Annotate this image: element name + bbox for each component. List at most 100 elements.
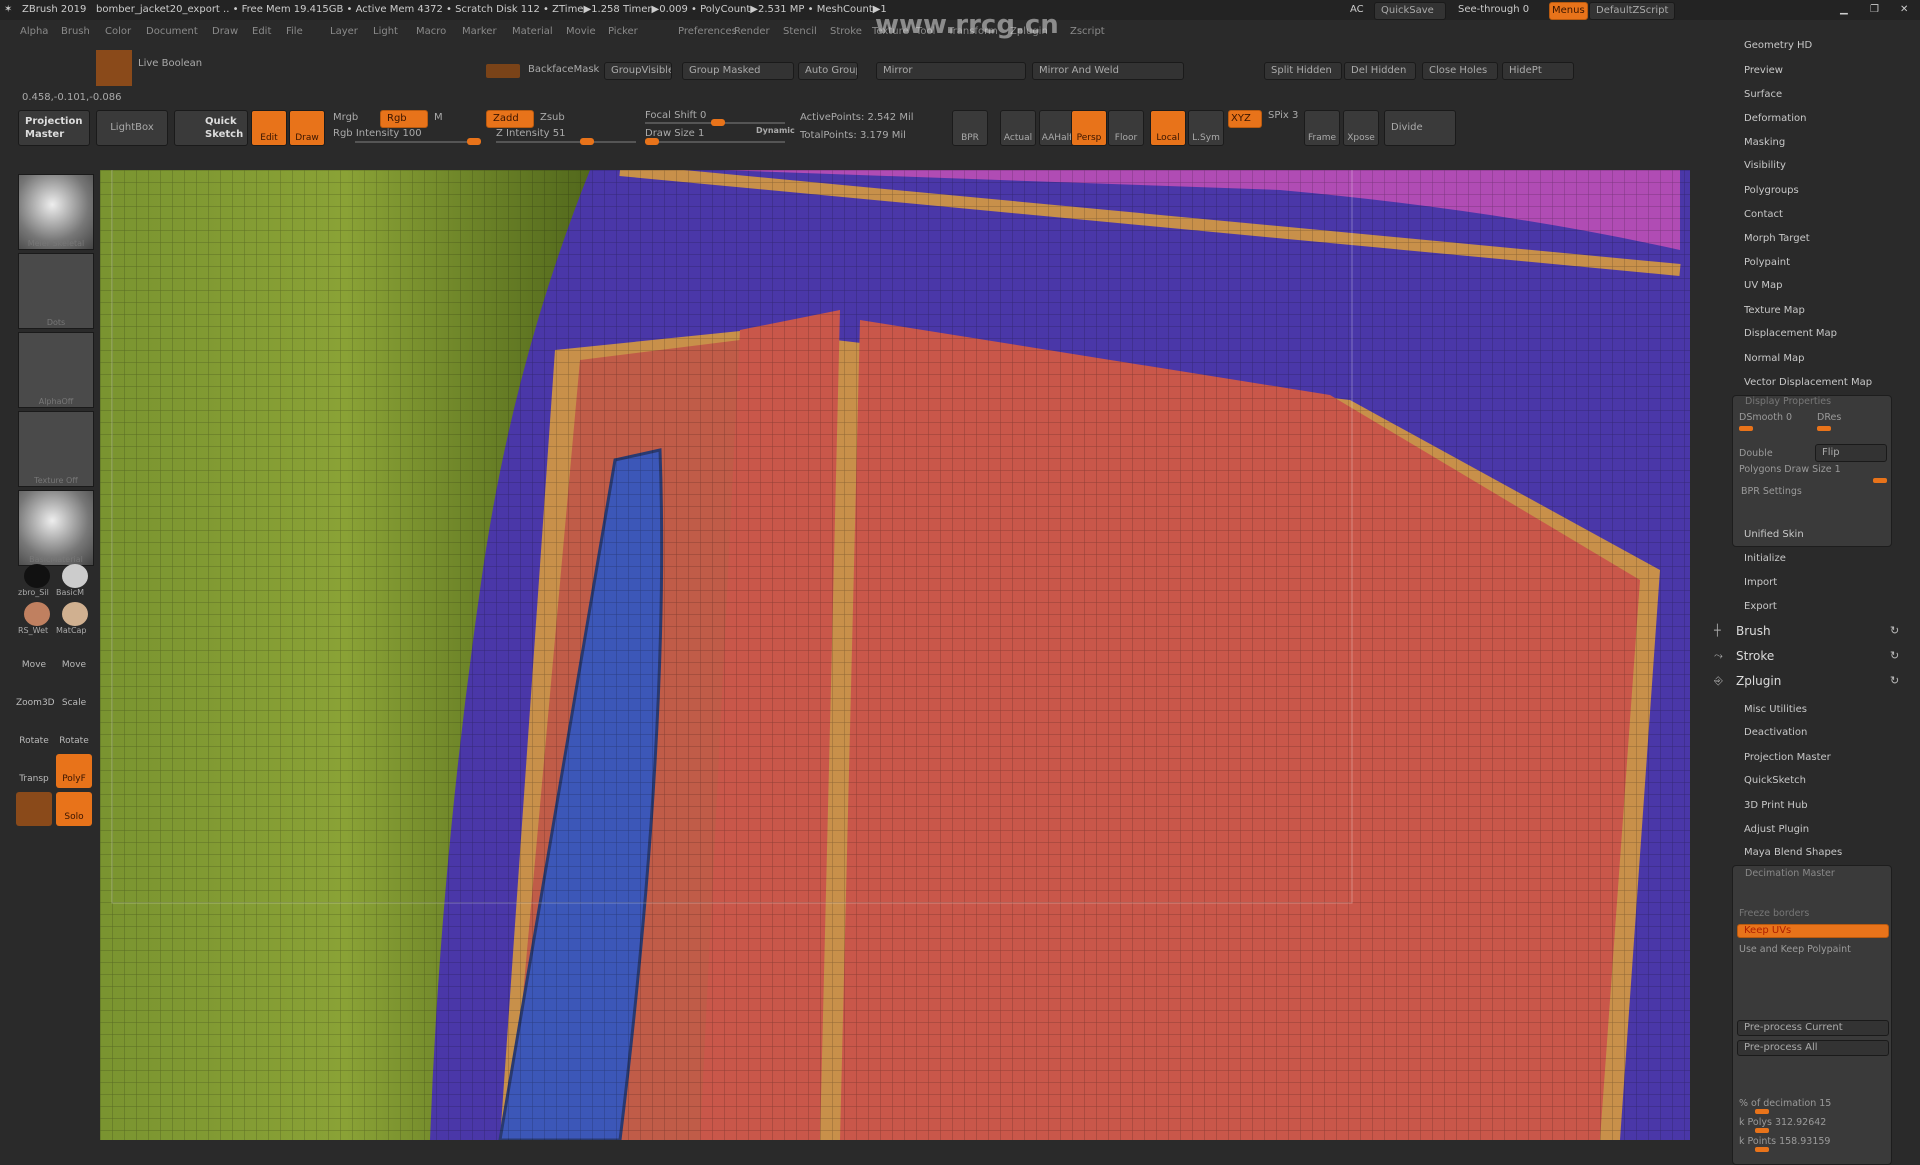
- menus-button[interactable]: Menus: [1549, 2, 1588, 20]
- move-m-icon[interactable]: Move: [56, 640, 92, 674]
- menu-item-morph-target[interactable]: Morph Target: [1744, 233, 1810, 244]
- menu-item-preview[interactable]: Preview: [1744, 65, 1783, 76]
- button-mirror-and-weld[interactable]: Mirror And Weld: [1032, 62, 1184, 80]
- draw-button[interactable]: Draw: [289, 110, 325, 146]
- menu-movie[interactable]: Movie: [566, 26, 596, 37]
- lightbox-button[interactable]: LightBox: [96, 110, 168, 146]
- material-swatch[interactable]: [24, 564, 50, 588]
- menu-item-initialize[interactable]: Initialize: [1744, 553, 1786, 564]
- plugin-maya-blend-shapes[interactable]: Maya Blend Shapes: [1744, 847, 1842, 858]
- close-icon[interactable]: ✕: [1900, 0, 1908, 20]
- viewport-canvas[interactable]: [100, 170, 1690, 1140]
- menu-brush[interactable]: Brush: [1736, 624, 1771, 638]
- menu-item-geometry-hd[interactable]: Geometry HD: [1744, 40, 1812, 51]
- menu-file[interactable]: File: [286, 26, 303, 37]
- dynamic-button[interactable]: Dynamic: [756, 126, 795, 135]
- m-button[interactable]: M: [434, 112, 443, 123]
- menu-item-visibility[interactable]: Visibility: [1744, 160, 1786, 171]
- draw-size-knob[interactable]: [1873, 478, 1887, 483]
- keep-uvs-toggle[interactable]: Keep UVs: [1737, 924, 1889, 938]
- menu-item-masking[interactable]: Masking: [1744, 137, 1785, 148]
- bpr-settings-button[interactable]: BPR Settings: [1741, 486, 1802, 497]
- kpolys-knob[interactable]: [1755, 1128, 1769, 1133]
- menu-document[interactable]: Document: [146, 26, 198, 37]
- menu-brush[interactable]: Brush: [61, 26, 90, 37]
- quick-sketch-button[interactable]: Quick Sketch: [174, 110, 248, 146]
- zoom3d-icon[interactable]: Zoom3D: [16, 678, 55, 712]
- default-zscript-button[interactable]: DefaultZScript: [1589, 2, 1676, 20]
- menu-item-texture-map[interactable]: Texture Map: [1744, 305, 1805, 316]
- floor-button[interactable]: Floor: [1108, 110, 1144, 146]
- bpr-button[interactable]: BPR: [952, 110, 988, 146]
- reset-icon[interactable]: ↻: [1890, 649, 1899, 662]
- menu-zplugin[interactable]: Zplugin: [1736, 674, 1781, 688]
- quicksave-button[interactable]: QuickSave: [1374, 2, 1446, 20]
- xpose-button[interactable]: Xpose: [1343, 110, 1379, 146]
- dsmooth-knob[interactable]: [1739, 426, 1753, 431]
- preprocess-all-button[interactable]: Pre-process All: [1737, 1040, 1889, 1056]
- plugin-misc-utilities[interactable]: Misc Utilities: [1744, 704, 1807, 715]
- color-swatch[interactable]: [16, 792, 52, 826]
- restore-icon[interactable]: ❐: [1870, 0, 1879, 20]
- ac-label[interactable]: AC: [1350, 0, 1364, 20]
- backface-mask-toggle[interactable]: [486, 64, 520, 78]
- menu-item-polypaint[interactable]: Polypaint: [1744, 257, 1790, 268]
- zsub-button[interactable]: Zsub: [540, 112, 565, 123]
- freeze-borders-toggle[interactable]: Freeze borders: [1739, 908, 1809, 919]
- divide-button[interactable]: Divide: [1384, 110, 1456, 146]
- kpoints-knob[interactable]: [1755, 1147, 1769, 1152]
- thumbnail-alpha[interactable]: AlphaOff: [18, 332, 94, 408]
- display-properties-title[interactable]: Display Properties: [1745, 396, 1831, 407]
- button-groupvisible[interactable]: GroupVisible: [604, 62, 672, 80]
- minimize-icon[interactable]: ▁: [1840, 0, 1848, 20]
- menu-item-normal-map[interactable]: Normal Map: [1744, 353, 1804, 364]
- button-mirror[interactable]: Mirror: [876, 62, 1026, 80]
- rotate-r-icon[interactable]: Rotate: [56, 716, 92, 750]
- menu-preferences[interactable]: Preferences: [678, 26, 737, 37]
- local-button[interactable]: Local: [1150, 110, 1186, 146]
- menu-material[interactable]: Material: [512, 26, 553, 37]
- menu-draw[interactable]: Draw: [212, 26, 238, 37]
- material-swatch[interactable]: [62, 602, 88, 626]
- button-auto-groups[interactable]: Auto Groups: [798, 62, 858, 80]
- menu-edit[interactable]: Edit: [252, 26, 271, 37]
- z-intensity-slider[interactable]: [496, 138, 636, 145]
- polyf-button[interactable]: PolyF: [56, 754, 92, 788]
- xyz-button[interactable]: XYZ: [1228, 110, 1262, 128]
- rgb-intensity-slider[interactable]: [355, 138, 481, 145]
- menu-item-export[interactable]: Export: [1744, 601, 1777, 612]
- preprocess-current-button[interactable]: Pre-process Current: [1737, 1020, 1889, 1036]
- solo-button[interactable]: Solo: [56, 792, 92, 826]
- button-split-hidden[interactable]: Split Hidden: [1264, 62, 1342, 80]
- move-icon[interactable]: Move: [16, 640, 52, 674]
- thumbnail-texture[interactable]: Texture Off: [18, 411, 94, 487]
- kpoints-slider[interactable]: k Points 158.93159: [1739, 1136, 1830, 1147]
- zadd-button[interactable]: Zadd: [486, 110, 534, 128]
- thumbnail-material[interactable]: BasicMaterial: [18, 490, 94, 566]
- percent-slider[interactable]: % of decimation 15: [1739, 1098, 1831, 1109]
- rgb-button[interactable]: Rgb: [380, 110, 428, 128]
- menu-light[interactable]: Light: [373, 26, 398, 37]
- menu-stroke[interactable]: Stroke: [1736, 649, 1774, 663]
- aahalf-button[interactable]: AAHalf: [1039, 110, 1075, 146]
- focal-shift-slider[interactable]: [645, 119, 785, 126]
- plugin-3d-print-hub[interactable]: 3D Print Hub: [1744, 800, 1808, 811]
- thumbnail-tool[interactable]: Meier Skeletal: [18, 174, 94, 250]
- persp-button[interactable]: Persp: [1071, 110, 1107, 146]
- mrgb-button[interactable]: Mrgb: [333, 112, 358, 123]
- lsym-button[interactable]: L.Sym: [1188, 110, 1224, 146]
- plugin-adjust-plugin[interactable]: Adjust Plugin: [1744, 824, 1809, 835]
- menu-color[interactable]: Color: [105, 26, 131, 37]
- material-swatch[interactable]: [24, 602, 50, 626]
- decimation-master-title[interactable]: Decimation Master: [1745, 868, 1835, 879]
- frame-button[interactable]: Frame: [1304, 110, 1340, 146]
- button-group-masked[interactable]: Group Masked: [682, 62, 794, 80]
- menu-layer[interactable]: Layer: [330, 26, 358, 37]
- menu-item-displacement-map[interactable]: Displacement Map: [1744, 328, 1837, 339]
- menu-stroke[interactable]: Stroke: [830, 26, 862, 37]
- menu-stencil[interactable]: Stencil: [783, 26, 817, 37]
- plugin-deactivation[interactable]: Deactivation: [1744, 727, 1807, 738]
- polygons-draw-size-slider[interactable]: Polygons Draw Size 1: [1739, 464, 1841, 475]
- see-through-slider[interactable]: See-through 0: [1458, 0, 1529, 20]
- button-del-hidden[interactable]: Del Hidden: [1344, 62, 1416, 80]
